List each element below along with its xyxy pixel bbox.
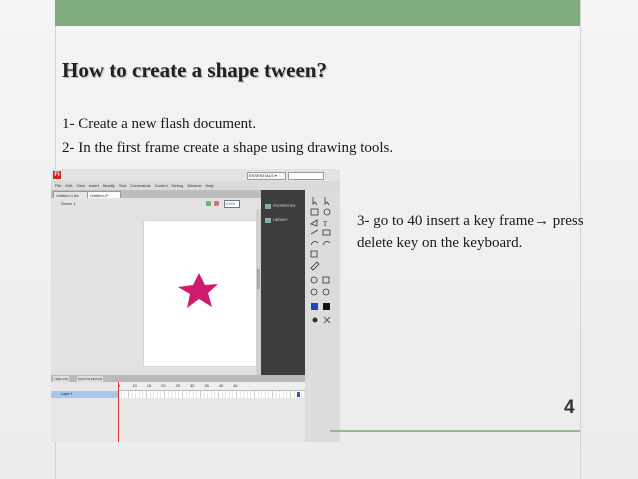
fill-color-swatch	[323, 303, 330, 310]
menu-edit[interactable]: Edit	[65, 181, 72, 190]
selection-tool-icon	[312, 197, 318, 206]
line-tool-icon	[310, 229, 319, 235]
rectangle-tool-icon	[322, 229, 331, 236]
flash-menubar: File Edit View Insert Modify Text Comman…	[51, 181, 340, 190]
library-label: LIBRARY	[273, 218, 288, 222]
snap-icon	[323, 316, 331, 324]
step-1-text: 1- Create a new flash document.	[62, 116, 257, 132]
scene-label: Scene 1	[61, 201, 76, 206]
slide-title: How to create a shape tween?	[62, 58, 327, 82]
tab-motion-editor[interactable]: MOTION EDITOR	[77, 376, 104, 382]
timeline-panel: TIMELINE MOTION EDITOR 5 10 15 20 25 30 …	[51, 375, 305, 442]
menu-view[interactable]: View	[76, 181, 85, 190]
scrollbar-thumb[interactable]	[257, 269, 260, 289]
star-shape[interactable]	[178, 273, 218, 308]
header-accent-bar	[55, 0, 580, 26]
menu-insert[interactable]: Insert	[89, 181, 99, 190]
eyedropper-tool-icon	[322, 276, 330, 284]
frame-number: 30	[189, 383, 195, 388]
lasso-tool-icon	[323, 208, 331, 216]
stage-canvas[interactable]	[144, 221, 258, 366]
frame-number: 45	[233, 383, 238, 388]
menu-help[interactable]: Help	[206, 181, 214, 190]
free-transform-tool-icon	[310, 208, 319, 216]
properties-icon	[265, 203, 271, 209]
step-3-text: 3- go to 40 insert a key frame→ press de…	[357, 213, 584, 251]
pencil-tool-icon	[310, 241, 319, 246]
properties-label: PROPERTIES	[273, 204, 296, 208]
object-drawing-icon	[312, 317, 318, 323]
playhead[interactable]	[118, 382, 119, 442]
zoom-select[interactable]: 100%	[224, 200, 240, 208]
library-panel-button[interactable]: LIBRARY	[265, 215, 303, 225]
tab-timeline[interactable]: TIMELINE	[53, 376, 69, 382]
footer-accent-line	[330, 430, 580, 432]
brush-tool-icon	[322, 241, 331, 246]
edit-symbol-icon[interactable]	[214, 201, 219, 206]
tool-icons[interactable]: T	[305, 190, 340, 350]
panel-dock: PROPERTIES LIBRARY	[261, 190, 305, 376]
menu-debug[interactable]: Debug	[171, 181, 183, 190]
menu-commands[interactable]: Commands	[130, 181, 150, 190]
deco-tool-icon	[310, 250, 318, 258]
menu-text[interactable]: Text	[119, 181, 126, 190]
layer-name: Layer 1	[61, 392, 73, 396]
hand-tool-icon	[310, 288, 318, 296]
frame-number: 25	[175, 383, 181, 388]
menu-window[interactable]: Window	[187, 181, 201, 190]
frame-number: 10	[132, 383, 137, 388]
frame-ruler[interactable]: 5 10 15 20 25 30 35 40 45	[118, 382, 305, 391]
zoom-tool-icon	[322, 288, 330, 296]
menu-control[interactable]: Control	[155, 181, 168, 190]
frame-number: 35	[204, 383, 209, 388]
menu-file[interactable]: File	[55, 181, 61, 190]
timeline-tabs: TIMELINE MOTION EDITOR	[51, 375, 305, 382]
frame-number: 20	[161, 383, 166, 388]
pen-tool-icon	[310, 219, 318, 227]
paint-bucket-tool-icon	[310, 276, 318, 284]
frame-number: 15	[146, 383, 152, 388]
flash-logo-icon: Fl	[53, 171, 61, 179]
flash-titlebar: Fl ESSENTIALS ▾	[51, 169, 340, 181]
menu-modify[interactable]: Modify	[103, 181, 115, 190]
bone-tool-icon	[310, 261, 320, 271]
text-tool-icon: T	[323, 220, 328, 228]
edit-scene-icon[interactable]	[206, 201, 211, 206]
timeline-layer-row[interactable]: Layer 1	[51, 391, 305, 398]
document-tabs: Untitled-1.fla Untitled-2*	[51, 190, 261, 199]
help-search-input[interactable]	[288, 172, 324, 180]
subselection-tool-icon	[324, 197, 330, 206]
properties-panel-button[interactable]: PROPERTIES	[265, 201, 303, 211]
star-icon[interactable]	[144, 221, 258, 366]
layer-frames[interactable]	[118, 391, 305, 398]
stroke-color-swatch	[311, 303, 318, 310]
tools-panel: T	[305, 190, 340, 442]
flash-screenshot: Fl ESSENTIALS ▾ File Edit View Insert Mo…	[51, 169, 340, 442]
frame-number: 5	[118, 383, 121, 388]
step-2-text: 2- In the first frame create a shape usi…	[62, 140, 394, 156]
page-number: 4	[564, 397, 575, 418]
library-icon	[265, 217, 271, 223]
frame-number: 40	[218, 383, 224, 388]
workspace-dropdown[interactable]: ESSENTIALS ▾	[247, 172, 286, 180]
keyframe-40[interactable]	[297, 392, 300, 397]
